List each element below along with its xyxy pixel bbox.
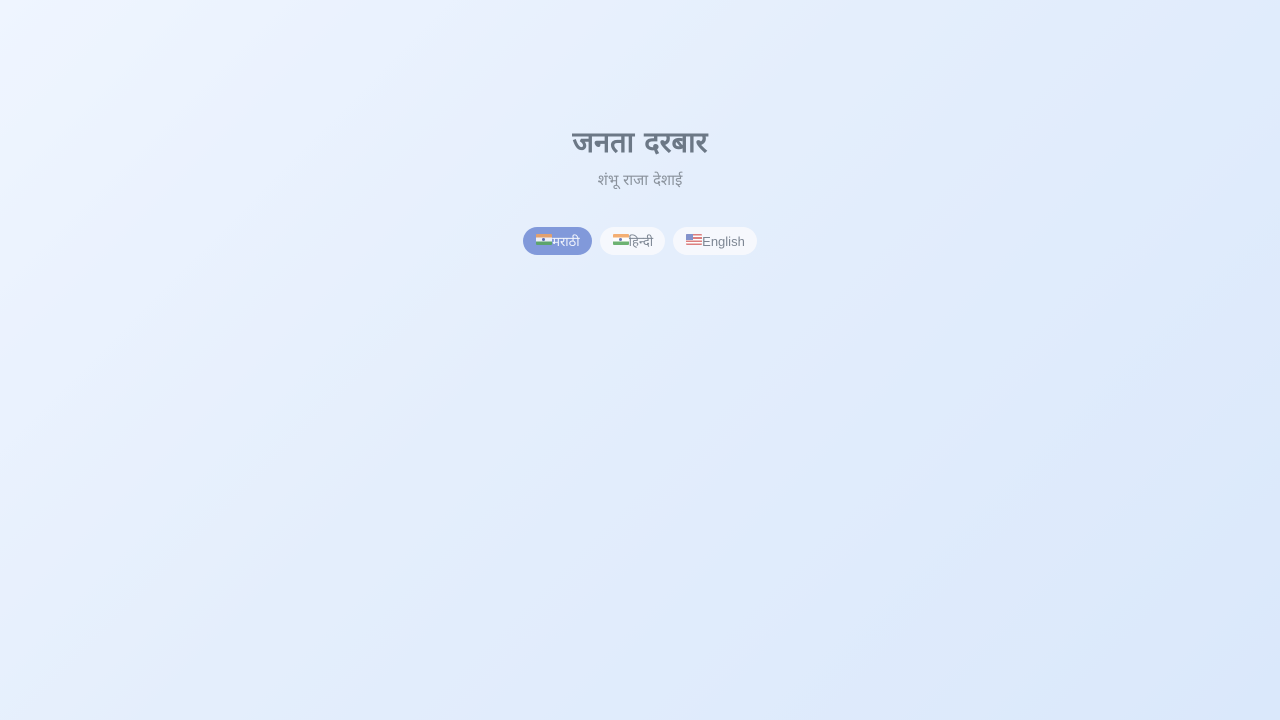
- language-button-marathi[interactable]: मराठी: [523, 227, 592, 255]
- page-title: जनता दरबार: [572, 125, 708, 159]
- language-label-marathi: मराठी: [552, 234, 580, 249]
- india-flag-icon: [536, 234, 553, 245]
- language-button-english[interactable]: English: [673, 227, 757, 255]
- us-flag-icon: [686, 234, 703, 245]
- language-button-hindi[interactable]: हिन्दी: [599, 227, 666, 255]
- language-selector: मराठी हिन्दी English: [0, 227, 1280, 255]
- language-label-hindi: हिन्दी: [628, 234, 654, 249]
- page-subtitle: शंभू राजा देशाई: [597, 171, 683, 189]
- india-flag-icon: [612, 234, 629, 245]
- page-header: जनता दरबार शंभू राजा देशाई: [0, 121, 1280, 190]
- language-label-english: English: [702, 233, 745, 249]
